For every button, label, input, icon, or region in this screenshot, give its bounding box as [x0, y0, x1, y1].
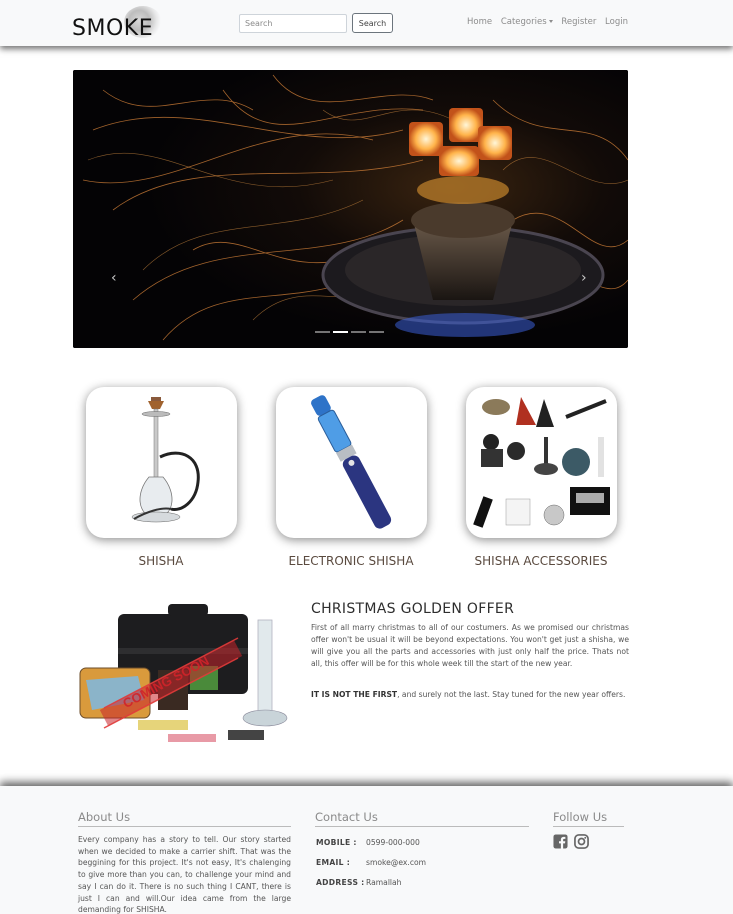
contact-address: ADDRESS : Ramallah: [316, 878, 402, 887]
offer-image: COMING SOON: [78, 600, 300, 758]
contact-email: EMAIL : smoke@ex.com: [316, 858, 426, 867]
carousel-indicator[interactable]: [369, 331, 384, 333]
address-label: ADDRESS :: [316, 878, 365, 887]
chevron-left-icon: ‹: [111, 270, 117, 286]
caret-down-icon: [548, 20, 553, 23]
category-label[interactable]: SHISHA: [61, 554, 261, 568]
carousel-indicators: [315, 331, 387, 348]
mobile-label: MOBILE :: [316, 838, 357, 847]
offer-note: IT IS NOT THE FIRST, and surely not the …: [311, 689, 629, 701]
carousel-indicator[interactable]: [351, 331, 366, 333]
offer-title: CHRISTMAS GOLDEN OFFER: [311, 601, 515, 617]
category-card-shisha[interactable]: [86, 387, 237, 538]
offer-body: First of all marry christmas to all of o…: [311, 623, 629, 668]
address-value: Ramallah: [366, 878, 402, 887]
mobile-value: 0599-000-000: [366, 838, 420, 847]
email-label: EMAIL :: [316, 858, 351, 867]
about-heading: About Us: [78, 810, 291, 827]
brand-logo[interactable]: SMOKE: [72, 6, 162, 42]
electronic-shisha-image: [311, 395, 392, 529]
category-card-shisha-accessories[interactable]: [466, 387, 617, 538]
search-button[interactable]: Search: [352, 13, 393, 33]
search-input[interactable]: [239, 14, 347, 33]
hookah-sparks-image: [73, 70, 628, 348]
contact-mobile: MOBILE : 0599-000-000: [316, 838, 420, 847]
carousel-indicator[interactable]: [315, 331, 330, 333]
hero-carousel: ‹ ›: [73, 70, 628, 348]
carousel-next-button[interactable]: ›: [581, 270, 587, 286]
facebook-icon[interactable]: [553, 834, 568, 849]
offer-note-bold: IT IS NOT THE FIRST: [311, 690, 398, 699]
offer-kit-image: COMING SOON: [79, 604, 288, 742]
chevron-right-icon: ›: [581, 270, 587, 286]
category-card-electronic-shisha[interactable]: [276, 387, 427, 538]
nav-home-link[interactable]: Home: [467, 17, 492, 27]
navbar: SMOKE Search Home Categories Register Lo…: [0, 0, 733, 46]
nav-categories-dropdown[interactable]: Categories: [501, 17, 553, 27]
carousel-indicator-active[interactable]: [333, 331, 348, 333]
follow-heading: Follow Us: [553, 810, 624, 827]
accessories-image: [473, 397, 610, 528]
about-text: Every company has a story to tell. Our s…: [78, 835, 291, 914]
brand-name: SMOKE: [72, 16, 154, 41]
nav-register-link[interactable]: Register: [561, 17, 596, 27]
shisha-image: [131, 397, 200, 523]
instagram-icon[interactable]: [574, 834, 589, 849]
carousel-prev-button[interactable]: ‹: [111, 270, 117, 286]
offer-note-rest: , and surely not the last. Stay tuned fo…: [397, 690, 626, 699]
category-label[interactable]: ELECTRONIC SHISHA: [251, 554, 451, 568]
category-label[interactable]: SHISHA ACCESSORIES: [441, 554, 641, 568]
nav-links: Home Categories Register Login: [467, 17, 634, 27]
contact-heading: Contact Us: [315, 810, 529, 827]
nav-login-link[interactable]: Login: [605, 17, 628, 27]
nav-categories-label: Categories: [500, 17, 547, 27]
email-value[interactable]: smoke@ex.com: [366, 858, 426, 867]
